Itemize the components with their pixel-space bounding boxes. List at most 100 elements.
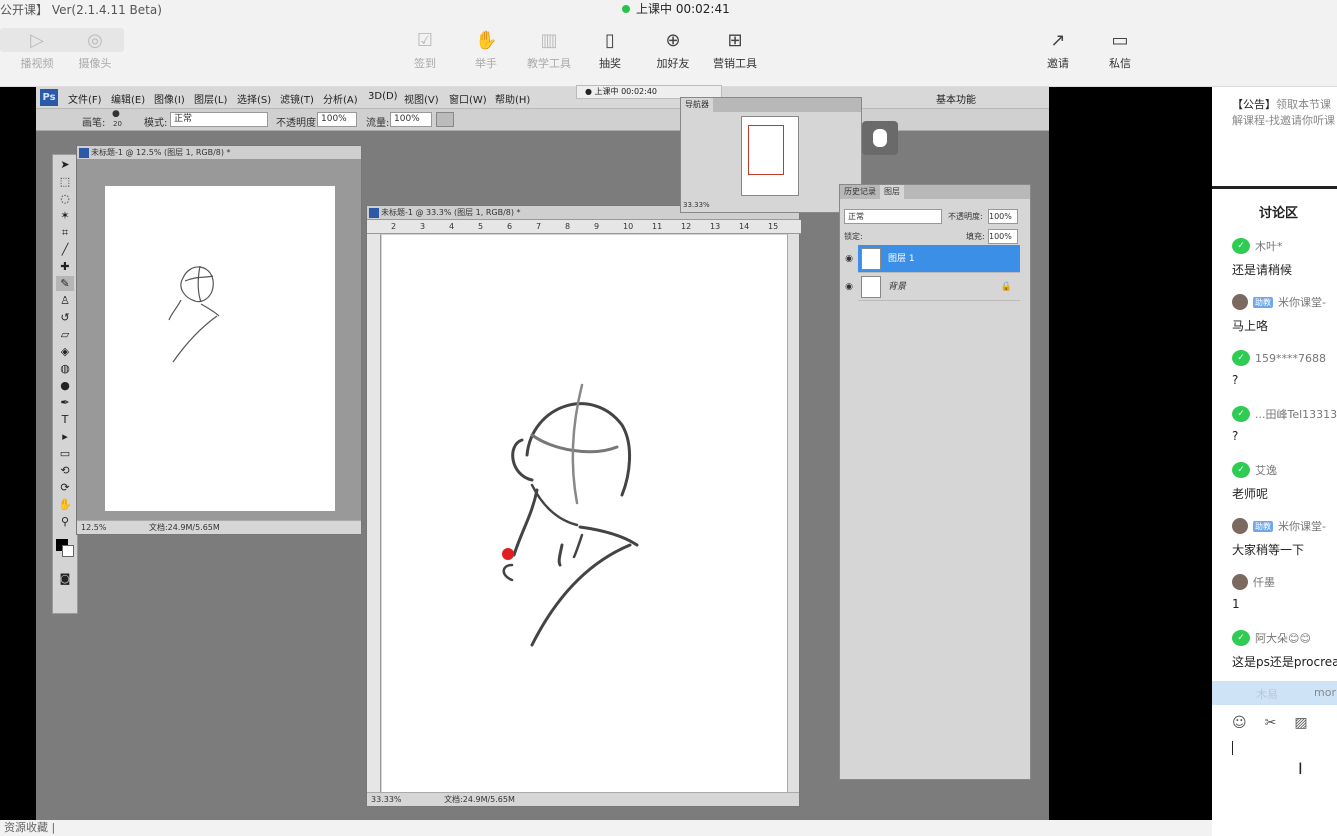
opacity-label: 不透明度: <box>276 118 320 129</box>
brush-preset-icon[interactable]: ● <box>112 109 120 119</box>
share-icon: ↗ <box>1050 30 1066 51</box>
flow-input[interactable]: 100% <box>390 112 432 127</box>
ruler-vertical <box>367 234 381 792</box>
path-select-icon[interactable]: ▸ <box>56 429 74 444</box>
crop-tool-icon[interactable]: ⌗ <box>56 225 74 240</box>
chat-username[interactable]: 159****7688 <box>1255 352 1326 365</box>
chat-icon: ▭ <box>1111 30 1129 51</box>
background-visibility-icon[interactable]: ◉ <box>840 273 858 301</box>
layer-opacity-input[interactable]: 100% <box>988 209 1018 224</box>
background-color[interactable] <box>62 545 74 557</box>
canvas-small[interactable] <box>105 186 335 511</box>
layers-panel: 历史记录 图层 正常 不透明度: 100% 锁定: 填充: 100% ◉ 图层 1… <box>839 184 1031 780</box>
vertical-scrollbar[interactable] <box>787 234 799 792</box>
opacity-input[interactable]: 100% <box>317 112 357 127</box>
move-tool-icon[interactable]: ➤ <box>56 157 74 172</box>
color-swatches[interactable] <box>53 529 77 569</box>
camera-button[interactable]: ◎ 摄像头 <box>63 30 127 71</box>
chat-input[interactable] <box>1232 741 1233 755</box>
doc-window-small[interactable]: 未标题-1 @ 12.5% (图层 1, RGB/8) * 12.5% 文档:2… <box>76 145 362 535</box>
chat-username[interactable]: 阿大朵😊😊 <box>1255 630 1311 646</box>
play-video-button[interactable]: ▷ 播视频 <box>5 30 69 71</box>
dodge-tool-icon[interactable]: ● <box>56 378 74 393</box>
hand-tool-icon[interactable]: ✋ <box>56 497 74 512</box>
layers-tab[interactable]: 图层 <box>880 185 904 199</box>
chat-message: ✓ 阿大朵😊😊 这是ps还是procreate <box>1232 629 1337 670</box>
ruler-tick-label: 9 <box>594 222 600 231</box>
history-brush-icon[interactable]: ↺ <box>56 310 74 325</box>
ps-menu-help[interactable]: 帮助(H) <box>495 91 530 106</box>
eyedropper-icon[interactable]: ╱ <box>56 242 74 257</box>
private-message-button[interactable]: ▭ 私信 <box>1088 30 1152 71</box>
quick-mask-icon[interactable]: ◙ <box>56 571 74 586</box>
airbrush-icon[interactable] <box>436 112 454 127</box>
workspace-switcher[interactable]: 基本功能 <box>936 91 976 106</box>
type-tool-icon[interactable]: T <box>56 412 74 427</box>
healing-tool-icon[interactable]: ✚ <box>56 259 74 274</box>
doc-title-small: 未标题-1 @ 12.5% (图层 1, RGB/8) * <box>77 146 361 160</box>
stamp-tool-icon[interactable]: ♙ <box>56 293 74 308</box>
chat-username[interactable]: 米你课堂- <box>1278 518 1326 534</box>
ps-menu-3d[interactable]: 3D(D) <box>368 91 398 102</box>
scissors-icon[interactable]: ✂ <box>1265 715 1277 731</box>
layer1-thumbnail <box>861 248 881 270</box>
marketing-tools-button[interactable]: ⊞ 营销工具 <box>703 30 767 71</box>
3d-orbit-icon[interactable]: ⟳ <box>56 480 74 495</box>
ps-menu-image[interactable]: 图像(I) <box>154 91 185 106</box>
ruler-tick-label: 14 <box>739 222 750 231</box>
ps-menu-layer[interactable]: 图层(L) <box>194 91 227 106</box>
image-icon[interactable]: ▨ <box>1294 715 1307 731</box>
ps-menu-analysis[interactable]: 分析(A) <box>323 91 358 106</box>
raise-hand-button[interactable]: ✋ 举手 <box>454 30 518 71</box>
shape-tool-icon[interactable]: ▭ <box>56 446 74 461</box>
add-friend-icon: ⊕ <box>665 30 681 51</box>
layer-row-layer1[interactable]: 图层 1 <box>858 245 1020 273</box>
ps-menu-file[interactable]: 文件(F) <box>68 91 102 106</box>
navigator-zoom[interactable]: 33.33% <box>683 201 710 209</box>
chat-username[interactable]: 艾逸 <box>1255 462 1277 478</box>
chat-username[interactable]: 木叶* <box>1255 238 1283 254</box>
navigator-tab[interactable]: 导航器 <box>681 98 713 112</box>
layer1-visibility-icon[interactable]: ◉ <box>840 245 858 273</box>
navigator-preview[interactable] <box>741 116 799 196</box>
live-status: 上课中 00:02:41 <box>622 0 730 17</box>
teaching-tools-button[interactable]: ▥ 教学工具 <box>517 30 581 71</box>
bucket-tool-icon[interactable]: ◈ <box>56 344 74 359</box>
history-tab[interactable]: 历史记录 <box>840 185 880 199</box>
emoji-icon[interactable]: ☺ <box>1232 715 1247 731</box>
eraser-tool-icon[interactable]: ▱ <box>56 327 74 342</box>
zoom-tool-icon[interactable]: ⚲ <box>56 514 74 529</box>
ps-menu-filter[interactable]: 滤镜(T) <box>280 91 314 106</box>
invite-button[interactable]: ↗ 邀请 <box>1026 30 1090 71</box>
fill-input[interactable]: 100% <box>988 229 1018 244</box>
ps-menu-edit[interactable]: 编辑(E) <box>111 91 145 106</box>
chat-username[interactable]: ...田峰Tel13313 <box>1255 406 1337 422</box>
ps-menu-view[interactable]: 视图(V) <box>404 91 439 106</box>
chat-text: 老师呢 <box>1232 487 1269 501</box>
chat-username[interactable]: 仟墨 <box>1253 574 1275 590</box>
wechat-icon: ✓ <box>1232 350 1250 366</box>
3d-rotate-icon[interactable]: ⟲ <box>56 463 74 478</box>
brush-tool-icon[interactable]: ✎ <box>56 276 74 291</box>
canvas-large[interactable] <box>382 235 789 792</box>
wechat-icon: ✓ <box>1232 406 1250 422</box>
ps-menu-select[interactable]: 选择(S) <box>237 91 271 106</box>
play-icon: ▷ <box>30 30 44 51</box>
magic-wand-icon[interactable]: ✶ <box>56 208 74 223</box>
doc-window-large[interactable]: 未标题-1 @ 33.3% (图层 1, RGB/8) * 2 3 4 5 6 7 8 9 10… <box>366 205 801 807</box>
favorites-link[interactable]: 资源收藏 | <box>4 821 55 834</box>
layer-row-background[interactable]: 背景 🔒 <box>858 273 1020 301</box>
marquee-tool-icon[interactable]: ⬚ <box>56 174 74 189</box>
add-friend-button[interactable]: ⊕ 加好友 <box>641 30 705 71</box>
lottery-button[interactable]: ▯ 抽奖 <box>578 30 642 71</box>
checkin-button[interactable]: ☑ 签到 <box>393 30 457 71</box>
blend-mode-select[interactable]: 正常 <box>844 209 942 224</box>
lasso-tool-icon[interactable]: ◌ <box>56 191 74 206</box>
status-small: 12.5% 文档:24.9M/5.65M <box>77 520 361 534</box>
chat-username[interactable]: 米你课堂- <box>1278 294 1326 310</box>
chat-text: 1 <box>1232 597 1240 611</box>
pen-tool-icon[interactable]: ✒ <box>56 395 74 410</box>
mode-select[interactable]: 正常 <box>170 112 268 127</box>
ps-menu-window[interactable]: 窗口(W) <box>449 91 487 106</box>
blur-tool-icon[interactable]: ◍ <box>56 361 74 376</box>
